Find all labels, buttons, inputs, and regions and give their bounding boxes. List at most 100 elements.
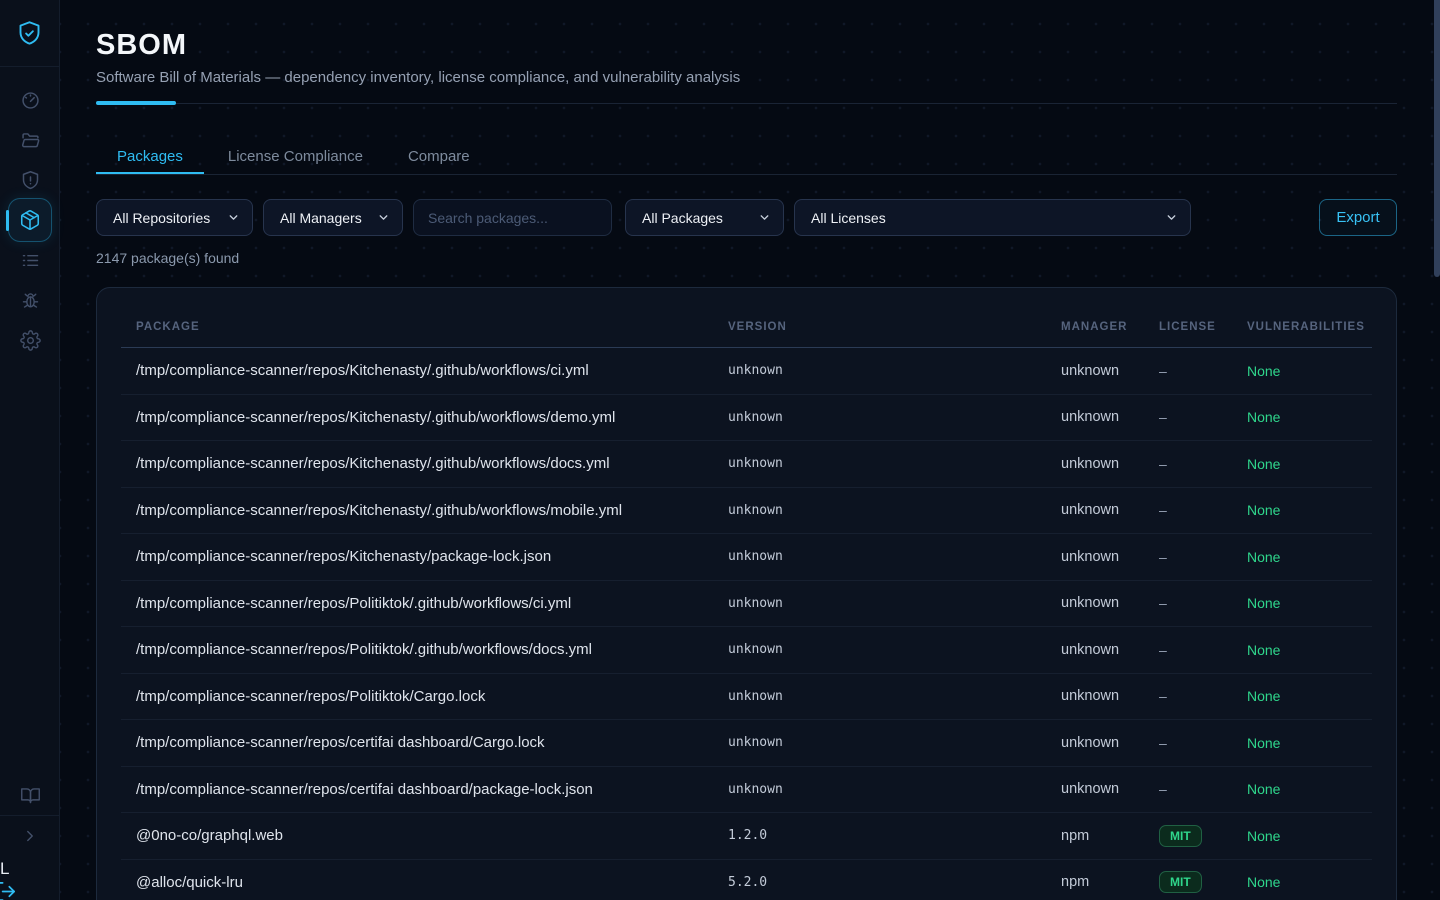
sidebar-clipped-zone: L xyxy=(0,856,60,900)
chevron-down-icon xyxy=(227,211,240,224)
version-cell: unknown xyxy=(713,503,1046,518)
chevron-down-icon xyxy=(377,211,390,224)
package-cell: /tmp/compliance-scanner/repos/Kitchenast… xyxy=(121,502,713,519)
table-row[interactable]: /tmp/compliance-scanner/repos/certifai d… xyxy=(121,720,1372,767)
table-row[interactable]: /tmp/compliance-scanner/repos/Kitchenast… xyxy=(121,348,1372,395)
sidebar: L xyxy=(0,0,60,900)
managers-select-value: All Managers xyxy=(280,210,362,226)
column-header-license: License xyxy=(1144,321,1232,333)
tab-compare[interactable]: Compare xyxy=(387,140,491,174)
sidebar-item-security[interactable] xyxy=(0,160,60,200)
license-cell: MIT xyxy=(1144,825,1232,847)
tab-bar: Packages License Compliance Compare xyxy=(96,140,1397,175)
vulnerabilities-cell: None xyxy=(1232,502,1372,518)
column-header-manager: Manager xyxy=(1046,321,1144,333)
tab-packages[interactable]: Packages xyxy=(96,140,204,174)
sidebar-bottom: L xyxy=(0,775,60,900)
version-cell: unknown xyxy=(713,735,1046,750)
sidebar-item-settings[interactable] xyxy=(0,320,60,360)
sidebar-item-repositories[interactable] xyxy=(0,120,60,160)
package-cell: @alloc/quick-lru xyxy=(121,874,713,891)
version-cell: unknown xyxy=(713,363,1046,378)
licenses-select[interactable]: All Licenses xyxy=(794,199,1191,236)
table-row[interactable]: /tmp/compliance-scanner/repos/certifai d… xyxy=(121,767,1372,814)
licenses-select-value: All Licenses xyxy=(811,210,886,226)
license-cell: – xyxy=(1144,735,1232,751)
table-body: /tmp/compliance-scanner/repos/Kitchenast… xyxy=(121,348,1372,900)
version-cell: unknown xyxy=(713,456,1046,471)
table-row[interactable]: @alloc/quick-lru 5.2.0 npm MIT None xyxy=(121,860,1372,900)
packages-table-card: Package Version Manager License Vulnerab… xyxy=(96,287,1397,900)
package-cell: /tmp/compliance-scanner/repos/Politiktok… xyxy=(121,595,713,612)
filter-bar: All Repositories All Managers All Packag… xyxy=(96,199,1397,236)
logout-icon[interactable] xyxy=(0,880,17,900)
vulnerabilities-cell: None xyxy=(1232,828,1372,844)
version-cell: 5.2.0 xyxy=(713,875,1046,890)
folder-icon xyxy=(20,130,41,151)
scrollbar-thumb[interactable] xyxy=(1434,0,1440,277)
table-row[interactable]: @0no-co/graphql.web 1.2.0 npm MIT None xyxy=(121,813,1372,860)
manager-cell: npm xyxy=(1046,828,1144,844)
vulnerabilities-cell: None xyxy=(1232,363,1372,379)
chevron-right-icon xyxy=(21,827,39,845)
vulnerabilities-cell: None xyxy=(1232,642,1372,658)
license-cell: – xyxy=(1144,363,1232,379)
vulnerabilities-cell: None xyxy=(1232,735,1372,751)
page-subtitle: Software Bill of Materials — dependency … xyxy=(96,68,1397,88)
column-header-package: Package xyxy=(121,321,713,333)
package-cell: /tmp/compliance-scanner/repos/Kitchenast… xyxy=(121,548,713,565)
vulnerabilities-cell: None xyxy=(1232,595,1372,611)
license-badge: MIT xyxy=(1159,825,1202,847)
export-button[interactable]: Export xyxy=(1319,199,1397,236)
sidebar-item-sbom[interactable] xyxy=(8,198,52,242)
managers-select[interactable]: All Managers xyxy=(263,199,403,236)
column-header-vulnerabilities: Vulnerabilities xyxy=(1232,321,1372,333)
vulnerabilities-cell: None xyxy=(1232,688,1372,704)
license-cell: – xyxy=(1144,642,1232,658)
version-cell: unknown xyxy=(713,782,1046,797)
sidebar-item-docs[interactable] xyxy=(0,775,60,815)
version-cell: unknown xyxy=(713,642,1046,657)
manager-cell: unknown xyxy=(1046,688,1144,704)
table-row[interactable]: /tmp/compliance-scanner/repos/Kitchenast… xyxy=(121,488,1372,535)
tab-license-compliance[interactable]: License Compliance xyxy=(207,140,384,174)
search-input[interactable] xyxy=(413,199,612,236)
license-cell: MIT xyxy=(1144,871,1232,893)
app-logo[interactable] xyxy=(0,0,59,67)
table-row[interactable]: /tmp/compliance-scanner/repos/Politiktok… xyxy=(121,627,1372,674)
package-cell: @0no-co/graphql.web xyxy=(121,827,713,844)
manager-cell: unknown xyxy=(1046,502,1144,518)
table-row[interactable]: /tmp/compliance-scanner/repos/Politiktok… xyxy=(121,674,1372,721)
sidebar-item-reports[interactable] xyxy=(0,240,60,280)
vulnerabilities-cell: None xyxy=(1232,549,1372,565)
manager-cell: unknown xyxy=(1046,456,1144,472)
vulnerabilities-cell: None xyxy=(1232,781,1372,797)
sidebar-item-dashboard[interactable] xyxy=(0,80,60,120)
packages-select[interactable]: All Packages xyxy=(625,199,784,236)
version-cell: 1.2.0 xyxy=(713,828,1046,843)
results-count: 2147 package(s) found xyxy=(96,248,1397,268)
gear-icon xyxy=(20,330,41,351)
list-icon xyxy=(20,250,41,271)
table-row[interactable]: /tmp/compliance-scanner/repos/Kitchenast… xyxy=(121,395,1372,442)
title-divider xyxy=(96,103,1397,104)
chevron-down-icon xyxy=(1165,211,1178,224)
table-row[interactable]: /tmp/compliance-scanner/repos/Kitchenast… xyxy=(121,534,1372,581)
shield-check-icon xyxy=(16,20,43,47)
license-cell: – xyxy=(1144,595,1232,611)
manager-cell: npm xyxy=(1046,874,1144,890)
table-row[interactable]: /tmp/compliance-scanner/repos/Politiktok… xyxy=(121,581,1372,628)
shield-alert-icon xyxy=(20,170,41,191)
table-row[interactable]: /tmp/compliance-scanner/repos/Kitchenast… xyxy=(121,441,1372,488)
sidebar-expand-button[interactable] xyxy=(0,816,60,856)
repositories-select-value: All Repositories xyxy=(113,210,210,226)
bug-icon xyxy=(20,290,41,311)
manager-cell: unknown xyxy=(1046,363,1144,379)
manager-cell: unknown xyxy=(1046,781,1144,797)
license-cell: – xyxy=(1144,456,1232,472)
chevron-down-icon xyxy=(758,211,771,224)
repositories-select[interactable]: All Repositories xyxy=(96,199,253,236)
packages-select-value: All Packages xyxy=(642,210,723,226)
sidebar-item-issues[interactable] xyxy=(0,280,60,320)
vulnerabilities-cell: None xyxy=(1232,874,1372,890)
